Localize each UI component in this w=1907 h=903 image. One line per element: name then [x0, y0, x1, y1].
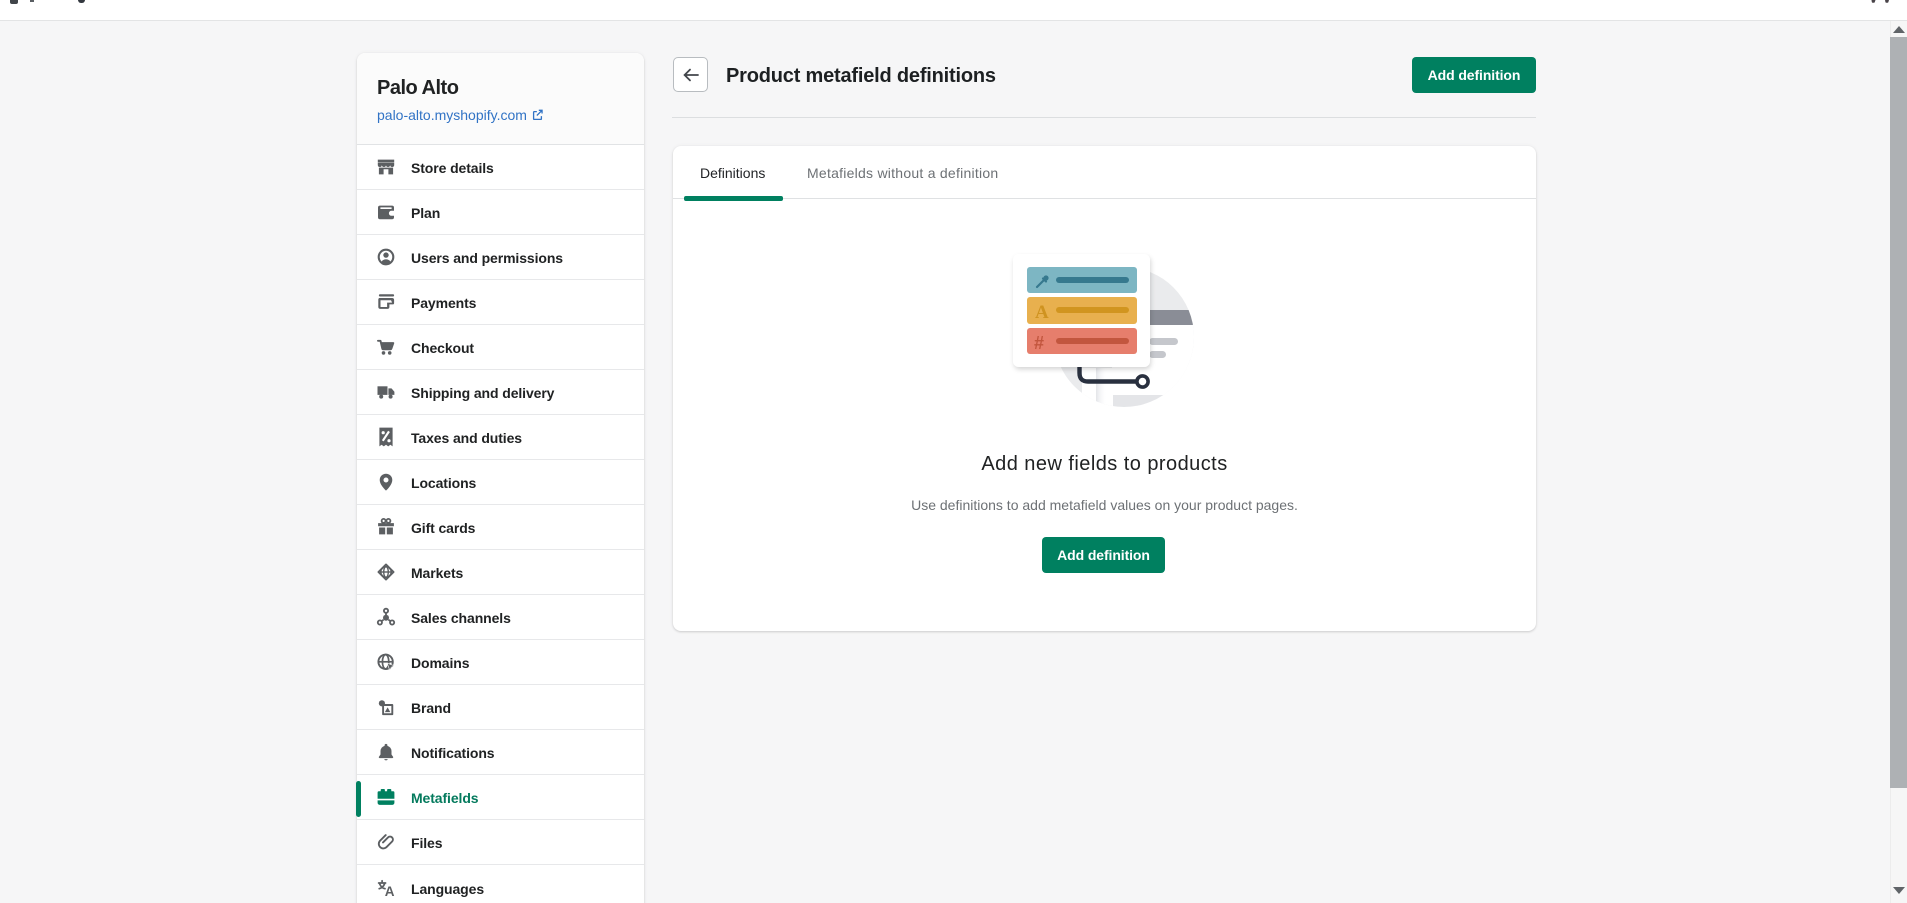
svg-text:A: A: [1035, 302, 1049, 323]
svg-text:A: A: [385, 883, 395, 897]
svg-text:#: #: [1034, 333, 1044, 353]
